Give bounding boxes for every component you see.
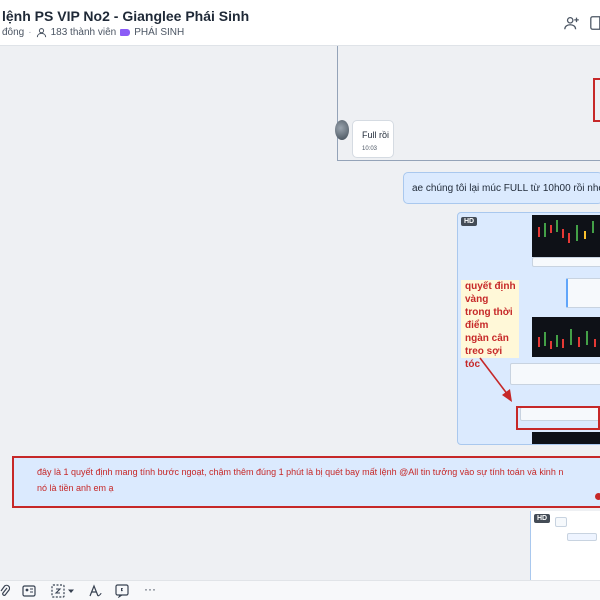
chat-header: lệnh PS VIP No2 - Gianglee Phái Sinh đôn… <box>0 0 600 46</box>
screenshot-icon[interactable] <box>51 584 65 598</box>
more-options-icon[interactable]: ··· <box>142 582 158 596</box>
reply-thread-bottom <box>337 160 600 161</box>
message-line: nó là tiền anh em ạ <box>37 483 114 493</box>
highlight-box <box>516 406 600 430</box>
screenshot-thumb <box>555 517 567 527</box>
composer-toolbar: ··· <box>0 580 600 600</box>
attach-icon[interactable] <box>0 584 10 598</box>
hd-badge: HD <box>534 514 551 523</box>
message-line: đây là 1 quyết định mang tính bước ngoạt… <box>37 467 564 477</box>
layout-icon[interactable] <box>589 14 600 32</box>
message-bubble-ae[interactable]: ae chúng tôi lại múc FULL từ 10h00 rồi n… <box>403 172 600 204</box>
annotation-line: vàng <box>465 294 489 305</box>
member-count[interactable]: 183 thành viên <box>51 27 117 38</box>
group-tag[interactable]: PHÁI SINH <box>120 27 184 38</box>
add-member-icon[interactable] <box>563 14 581 32</box>
message-bubble-full[interactable]: Full rồi 10:03 <box>352 120 394 158</box>
message-text: Full rồi <box>362 130 390 140</box>
annotation-line: ngàn cân <box>465 333 509 344</box>
highlight-box-edge <box>593 78 600 122</box>
chevron-down-icon[interactable] <box>67 584 75 598</box>
sticker-icon[interactable] <box>115 584 129 598</box>
text-format-icon[interactable] <box>88 584 102 598</box>
screenshot-thumb-2 <box>567 533 597 541</box>
screenshot-reply <box>566 278 600 308</box>
image-annotation: quyết định vàng trong thời điểm ngàn cân… <box>461 280 519 370</box>
group-status: đông <box>2 27 25 38</box>
chart-screenshot-2 <box>532 317 600 357</box>
reply-thread-line <box>337 46 338 161</box>
message-text: ae chúng tôi lại múc FULL từ 10h00 rồi n… <box>412 183 600 194</box>
reaction-dot[interactable] <box>595 493 600 500</box>
meta-separator: · <box>28 27 32 38</box>
tag-label: PHÁI SINH <box>134 27 185 38</box>
contact-card-icon[interactable] <box>22 584 36 598</box>
tag-icon <box>120 29 131 36</box>
sender-avatar[interactable] <box>335 120 349 140</box>
annotation-line: quyết định <box>465 281 516 292</box>
image-message-2[interactable]: HD <box>530 511 600 581</box>
group-title[interactable]: lệnh PS VIP No2 - Gianglee Phái Sinh <box>2 8 249 24</box>
highlighted-message[interactable]: đây là 1 quyết định mang tính bước ngoạt… <box>12 456 600 508</box>
hd-badge: HD <box>461 217 478 226</box>
group-meta: đông · 183 thành viên PHÁI SINH <box>2 27 184 38</box>
annotation-line: điểm <box>465 320 489 331</box>
annotation-arrow <box>479 357 512 402</box>
chart-screenshot-3 <box>532 432 600 444</box>
screenshot-message <box>510 363 600 385</box>
members-icon <box>36 28 46 38</box>
annotation-line: trong thời <box>465 307 513 318</box>
screenshot-caption <box>532 257 600 267</box>
message-time: 10:03 <box>362 146 378 152</box>
chart-screenshot <box>532 215 600 257</box>
